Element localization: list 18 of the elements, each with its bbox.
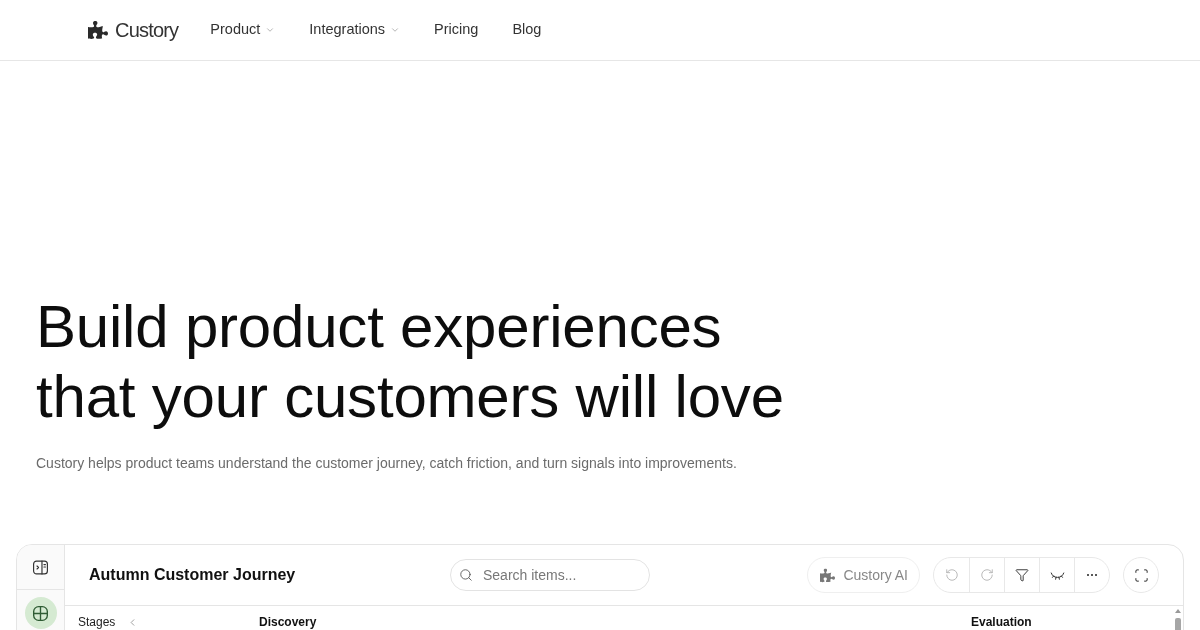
stages-label: Stages [78,615,116,629]
scrollbar[interactable] [1175,609,1181,630]
nav-link[interactable]: Integrations [309,19,401,41]
logo-link[interactable]: Custory [88,15,179,45]
hero-subtitle: Custory helps product teams understand the customer journey, catch friction, and turn signals into improvements. [36,454,737,473]
search-field[interactable]: Search items... [450,559,650,591]
search-icon [459,568,473,582]
stage-column-heading: Discovery [259,615,317,629]
nav-link[interactable]: Product [210,19,276,41]
nav-link[interactable]: Blog [512,19,542,41]
nav-link[interactable]: Pricing [434,19,479,41]
puzzle-logo-icon [88,20,108,40]
stage-column-heading: Evaluation [971,615,1032,629]
rail-button[interactable] [24,597,57,629]
fullscreen-icon [1133,567,1149,583]
puzzle-icon [820,567,836,583]
journey-title: Autumn Customer Journey [89,566,296,583]
hero-heading: Build product experiences that your customers will love [36,292,784,432]
